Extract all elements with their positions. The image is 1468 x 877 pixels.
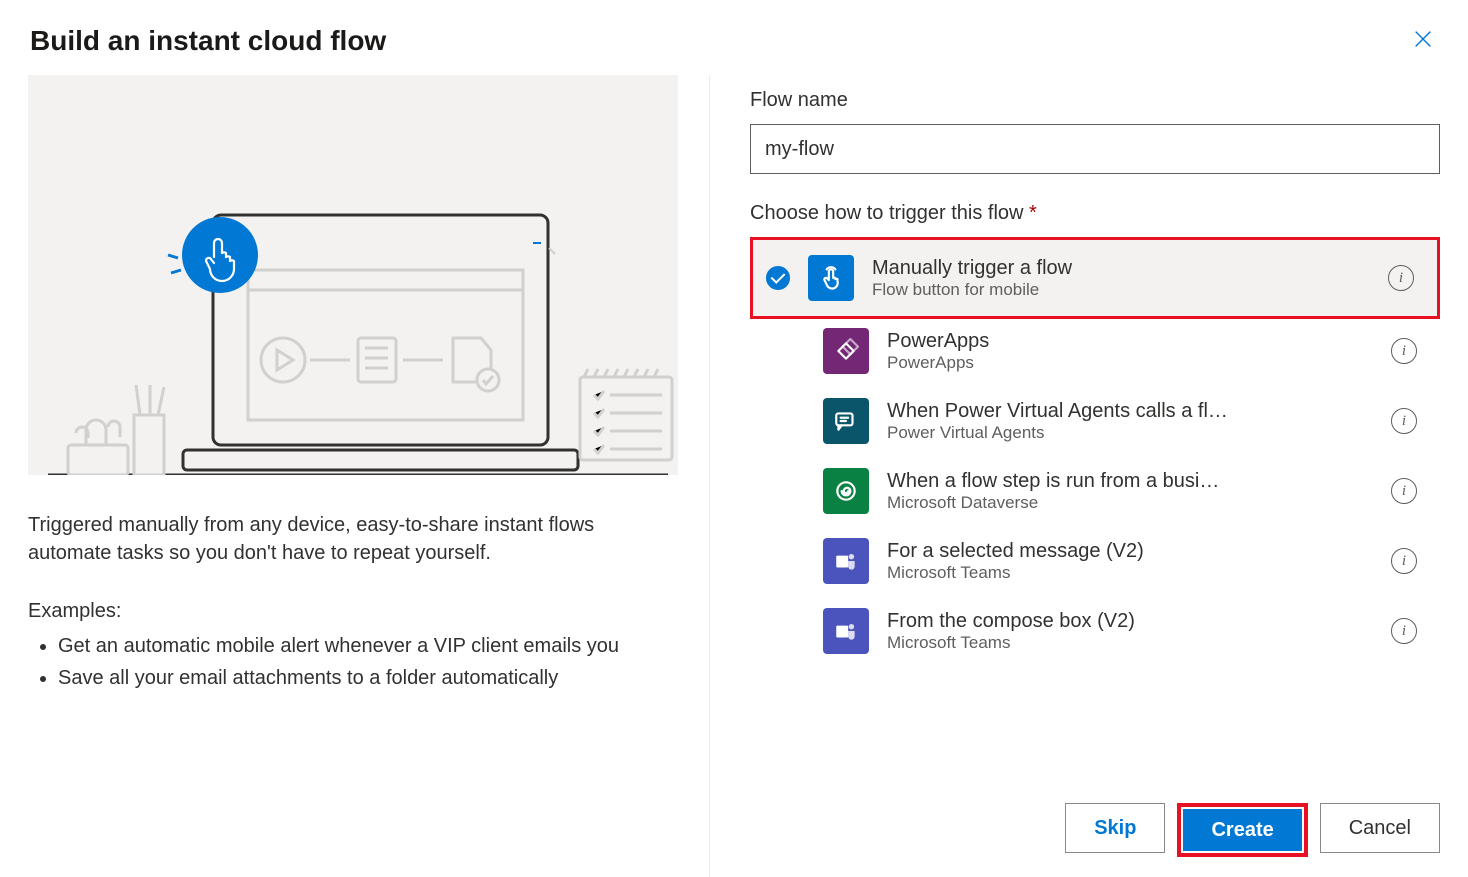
close-icon bbox=[1412, 28, 1434, 50]
info-button[interactable]: i bbox=[1391, 338, 1417, 364]
trigger-item[interactable]: When a flow step is run from a busi… Mic… bbox=[753, 456, 1437, 526]
trigger-subtitle: PowerApps bbox=[887, 353, 1373, 373]
trigger-text: When Power Virtual Agents calls a fl… Po… bbox=[887, 400, 1373, 443]
trigger-item[interactable]: When Power Virtual Agents calls a fl… Po… bbox=[753, 386, 1437, 456]
dialog-body: Triggered manually from any device, easy… bbox=[0, 75, 1468, 877]
trigger-name: From the compose box (V2) bbox=[887, 610, 1373, 633]
left-panel: Triggered manually from any device, easy… bbox=[0, 75, 710, 877]
trigger-text: Manually trigger a flow Flow button for … bbox=[872, 257, 1370, 300]
trigger-subtitle: Flow button for mobile bbox=[872, 280, 1370, 300]
trigger-subtitle: Power Virtual Agents bbox=[887, 423, 1373, 443]
trigger-subtitle: Microsoft Teams bbox=[887, 633, 1373, 653]
dialog-root: Build an instant cloud flow bbox=[0, 0, 1468, 877]
example-item: Save all your email attachments to a fol… bbox=[58, 663, 668, 693]
cancel-button[interactable]: Cancel bbox=[1320, 803, 1440, 853]
trigger-name: When Power Virtual Agents calls a fl… bbox=[887, 400, 1373, 423]
trigger-icon bbox=[823, 328, 869, 374]
trigger-item[interactable]: Manually trigger a flow Flow button for … bbox=[750, 237, 1440, 319]
trigger-name: PowerApps bbox=[887, 330, 1373, 353]
description-block: Triggered manually from any device, easy… bbox=[28, 475, 668, 693]
trigger-item[interactable]: T For a selected message (V2) Microsoft … bbox=[753, 526, 1437, 596]
flow-name-input[interactable] bbox=[750, 124, 1440, 174]
example-item: Get an automatic mobile alert whenever a… bbox=[58, 631, 668, 661]
trigger-text: When a flow step is run from a busi… Mic… bbox=[887, 470, 1373, 513]
illustration bbox=[28, 75, 678, 475]
description-text: Triggered manually from any device, easy… bbox=[28, 511, 668, 567]
flow-name-group: Flow name bbox=[750, 89, 1440, 174]
trigger-item[interactable]: PowerApps PowerApps i bbox=[753, 316, 1437, 386]
trigger-subtitle: Microsoft Dataverse bbox=[887, 493, 1373, 513]
trigger-subtitle: Microsoft Teams bbox=[887, 563, 1373, 583]
examples-list: Get an automatic mobile alert whenever a… bbox=[28, 631, 668, 693]
dialog-title: Build an instant cloud flow bbox=[30, 25, 386, 57]
right-panel: Flow name Choose how to trigger this flo… bbox=[710, 75, 1468, 877]
trigger-label: Choose how to trigger this flow * bbox=[750, 202, 1440, 225]
radio-icon bbox=[766, 266, 790, 290]
trigger-section: Choose how to trigger this flow * Manual… bbox=[750, 202, 1440, 791]
dialog-header: Build an instant cloud flow bbox=[0, 0, 1468, 75]
create-highlight: Create bbox=[1177, 803, 1307, 857]
trigger-icon bbox=[808, 255, 854, 301]
footer: Skip Create Cancel bbox=[750, 791, 1440, 877]
trigger-icon: T bbox=[823, 608, 869, 654]
trigger-list: Manually trigger a flow Flow button for … bbox=[750, 237, 1440, 669]
trigger-item[interactable]: T From the compose box (V2) Microsoft Te… bbox=[753, 596, 1437, 666]
svg-text:T: T bbox=[839, 627, 845, 638]
trigger-text: PowerApps PowerApps bbox=[887, 330, 1373, 373]
trigger-text: From the compose box (V2) Microsoft Team… bbox=[887, 610, 1373, 653]
flow-name-label: Flow name bbox=[750, 89, 1440, 112]
close-button[interactable] bbox=[1408, 24, 1438, 57]
trigger-icon: T bbox=[823, 538, 869, 584]
info-button[interactable]: i bbox=[1391, 548, 1417, 574]
info-button[interactable]: i bbox=[1391, 618, 1417, 644]
trigger-name: Manually trigger a flow bbox=[872, 257, 1370, 280]
trigger-name: When a flow step is run from a busi… bbox=[887, 470, 1373, 493]
info-button[interactable]: i bbox=[1391, 478, 1417, 504]
svg-text:T: T bbox=[839, 557, 845, 568]
skip-button[interactable]: Skip bbox=[1065, 803, 1165, 853]
create-button[interactable]: Create bbox=[1183, 809, 1301, 851]
trigger-icon bbox=[823, 468, 869, 514]
trigger-icon bbox=[823, 398, 869, 444]
info-button[interactable]: i bbox=[1388, 265, 1414, 291]
trigger-text: For a selected message (V2) Microsoft Te… bbox=[887, 540, 1373, 583]
trigger-name: For a selected message (V2) bbox=[887, 540, 1373, 563]
info-button[interactable]: i bbox=[1391, 408, 1417, 434]
examples-label: Examples: bbox=[28, 597, 668, 625]
